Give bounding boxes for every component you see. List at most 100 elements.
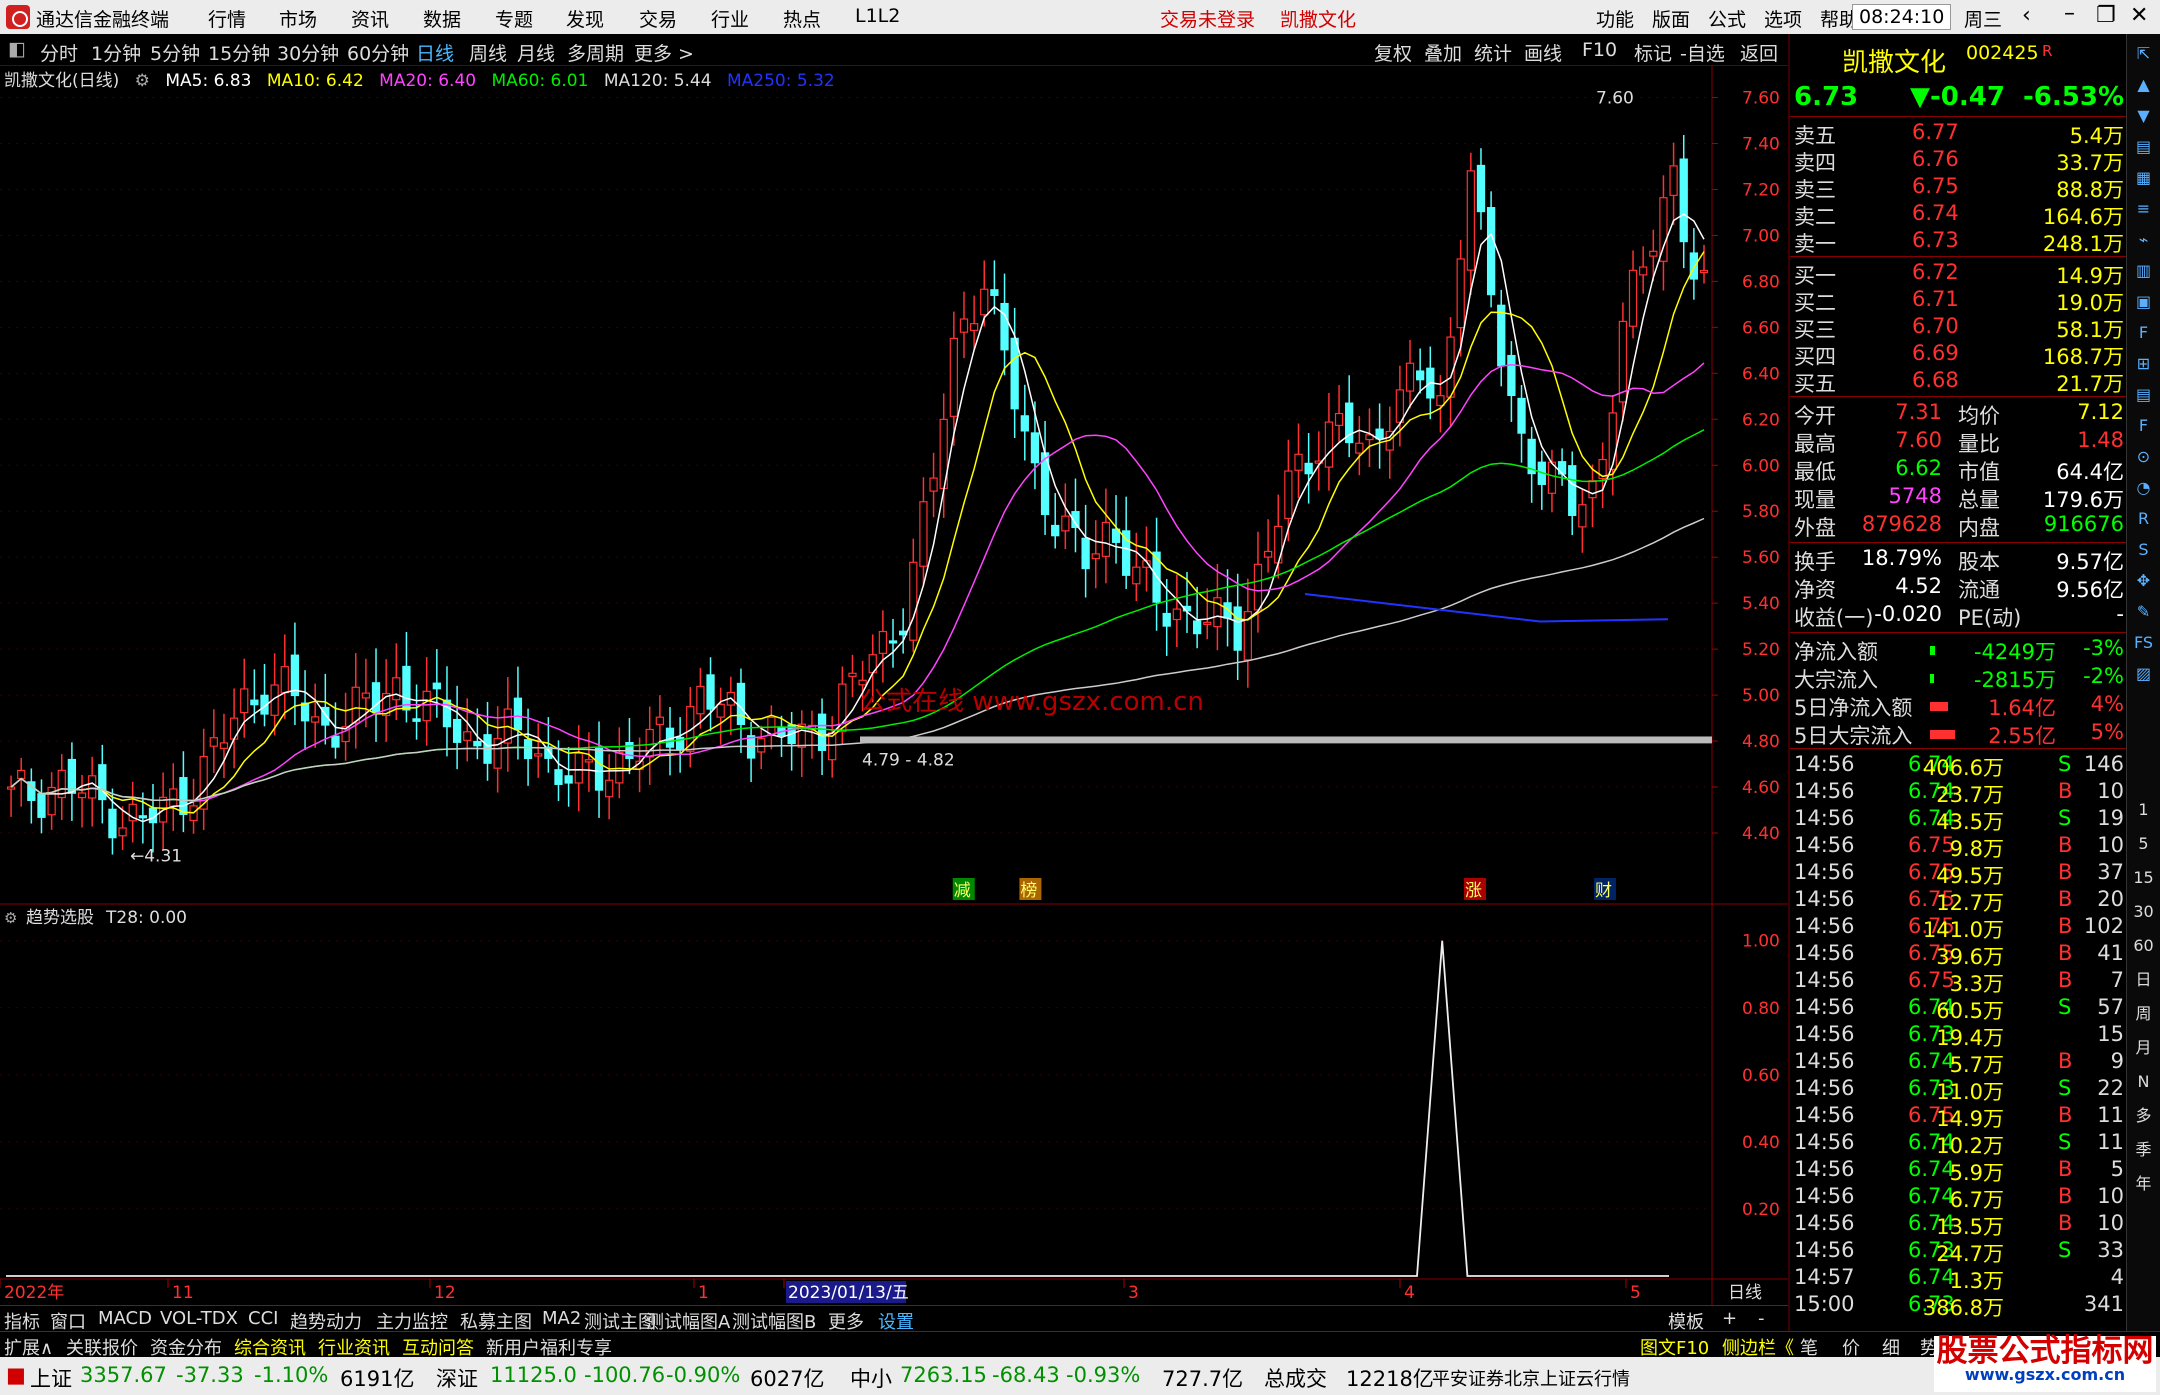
period-1min[interactable]: 1分钟 <box>91 39 141 66</box>
period-fenshi[interactable]: 分时 <box>40 39 78 66</box>
login-status[interactable]: 交易未登录 <box>1160 5 1255 32</box>
tool-tongji[interactable]: 统计 <box>1474 39 1512 66</box>
menu-zixun[interactable]: 资讯 <box>351 5 389 32</box>
menu-zhuanti[interactable]: 专题 <box>495 5 533 32</box>
tool-fuquan[interactable]: 复权 <box>1374 39 1412 66</box>
expand-icon[interactable]: ⇱ <box>2130 40 2157 67</box>
back-icon[interactable]: ‹ <box>2022 3 2031 28</box>
add-indicator-button[interactable]: + <box>1722 1308 1737 1329</box>
report-icon[interactable]: ▣ <box>2130 288 2157 315</box>
candle-icon[interactable]: ▥ <box>2130 257 2157 284</box>
tick-count: 5 <box>2110 1157 2124 1181</box>
tool-zixuan[interactable]: -自选 <box>1680 39 1725 66</box>
menu-redian[interactable]: 热点 <box>783 5 821 32</box>
ma120-label: MA120: 5.44 <box>603 71 712 91</box>
menu-jiaoyi[interactable]: 交易 <box>639 5 677 32</box>
period-60min[interactable]: 60分钟 <box>347 39 409 66</box>
menu-l1l2[interactable]: L1L2 <box>855 5 900 27</box>
sidebar-period-4[interactable]: 60 <box>2130 932 2157 959</box>
menu-banmian[interactable]: 版面 <box>1652 5 1690 32</box>
tool-huaxian[interactable]: 画线 <box>1524 39 1562 66</box>
period-monthly[interactable]: 月线 <box>517 39 555 66</box>
sidebar-period-5[interactable]: 日 <box>2130 966 2157 993</box>
settings-icon[interactable]: ⚙ <box>135 71 150 91</box>
period-weekly[interactable]: 周线 <box>469 39 507 66</box>
watermark-text: 公式在线 www.gszx.com.cn <box>860 687 1204 717</box>
menu-gongneng[interactable]: 功能 <box>1596 5 1634 32</box>
sidebar-toggle-icon[interactable]: ◧ <box>8 38 26 60</box>
candle-up <box>534 753 543 757</box>
menu-shuju[interactable]: 数据 <box>423 5 461 32</box>
close-icon[interactable]: ✕ <box>2130 3 2148 28</box>
indicator-tab-8[interactable]: MA2 <box>542 1308 581 1329</box>
sidebar-period-0[interactable]: 1 <box>2130 796 2157 823</box>
period-15min[interactable]: 15分钟 <box>208 39 270 66</box>
sub-tick-label: 1.00 <box>1742 932 1780 952</box>
tool-biaoji[interactable]: 标记 <box>1634 39 1672 66</box>
tool-f10[interactable]: F10 <box>1582 39 1617 61</box>
stat-value: 9.57亿 <box>2056 550 2124 574</box>
sidebar-period-10[interactable]: 季 <box>2130 1136 2157 1163</box>
rsi-icon[interactable]: R <box>2130 505 2157 532</box>
fs-icon[interactable]: FS <box>2130 629 2157 656</box>
sidebar-period-1[interactable]: 5 <box>2130 830 2157 857</box>
menu-hangqing[interactable]: 行情 <box>208 5 246 32</box>
news-icon[interactable]: ▤ <box>2130 133 2157 160</box>
kline-chart[interactable]: 7.60 7.40 7.20 7.00 6.80 6.60 6.40 6.20 6.00 5.80… <box>0 66 1788 1305</box>
zx-label[interactable]: 中小 <box>850 1363 892 1393</box>
menu-shichang[interactable]: 市场 <box>279 5 317 32</box>
grid-icon[interactable]: ⊞ <box>2130 350 2157 377</box>
sidebar-period-6[interactable]: 周 <box>2130 1000 2157 1027</box>
sidebar-period-7[interactable]: 月 <box>2130 1034 2157 1061</box>
tool-fanhui[interactable]: 返回 <box>1740 39 1778 66</box>
tool-diejia[interactable]: 叠加 <box>1424 39 1462 66</box>
indicator-tab-3[interactable]: VOL-TDX <box>160 1308 238 1329</box>
pen-icon[interactable]: ✎ <box>2130 598 2157 625</box>
candle-down <box>37 793 46 818</box>
chart2-icon[interactable]: ▨ <box>2130 660 2157 687</box>
menu-gongshi[interactable]: 公式 <box>1708 5 1746 32</box>
indicator-tab-2[interactable]: MACD <box>98 1308 152 1329</box>
period-5min[interactable]: 5分钟 <box>150 39 200 66</box>
candle-down <box>1081 537 1090 570</box>
sidebar-period-9[interactable]: 多 <box>2130 1102 2157 1129</box>
s-icon[interactable]: S <box>2130 536 2157 563</box>
minimize-icon[interactable]: – <box>2064 1 2075 26</box>
candle-down <box>1192 620 1202 635</box>
stat-value: 1.48 <box>2077 428 2124 452</box>
period-more[interactable]: 更多 > <box>634 39 694 66</box>
sz-value: 11125.0 <box>490 1363 577 1387</box>
sidebar-period-8[interactable]: N <box>2130 1068 2157 1095</box>
list-icon[interactable]: ≡ <box>2130 195 2157 222</box>
line-chart-icon[interactable]: ⌁ <box>2130 226 2157 253</box>
sidebar-period-11[interactable]: 年 <box>2130 1170 2157 1197</box>
tick-volume: 24.7万 <box>1936 1242 2004 1266</box>
x-axis-label: 12 <box>434 1283 456 1303</box>
sidebar-period-3[interactable]: 30 <box>2130 898 2157 925</box>
menu-faxian[interactable]: 发现 <box>566 5 604 32</box>
candle-up <box>1284 470 1293 519</box>
price-tick-label: 5.40 <box>1742 594 1780 614</box>
indicator-tab-4[interactable]: CCI <box>248 1308 278 1329</box>
f10-icon[interactable]: F <box>2130 319 2157 346</box>
candle-up <box>1091 553 1100 560</box>
settings-icon[interactable]: ⊙ <box>2130 443 2157 470</box>
doc-icon[interactable]: ▤ <box>2130 381 2157 408</box>
move-icon[interactable]: ✥ <box>2130 567 2157 594</box>
down-arrow-icon[interactable]: ▼ <box>2130 102 2157 129</box>
f-icon[interactable]: F <box>2130 412 2157 439</box>
sz-label[interactable]: 深证 <box>436 1363 478 1393</box>
remove-indicator-button[interactable]: - <box>1758 1308 1765 1329</box>
menu-xuanxiang[interactable]: 选项 <box>1764 5 1802 32</box>
restore-icon[interactable]: ❐ <box>2096 3 2116 28</box>
period-daily[interactable]: 日线 <box>416 39 454 66</box>
menu-hangye[interactable]: 行业 <box>711 5 749 32</box>
sidebar-period-2[interactable]: 15 <box>2130 864 2157 891</box>
period-multi[interactable]: 多周期 <box>567 39 624 66</box>
pie-icon[interactable]: ◔ <box>2130 474 2157 501</box>
bid-label: 买一 <box>1794 264 1836 288</box>
up-arrow-icon[interactable]: ▲ <box>2130 71 2157 98</box>
sh-label[interactable]: 上证 <box>30 1363 72 1393</box>
period-30min[interactable]: 30分钟 <box>277 39 339 66</box>
chart-icon[interactable]: ▦ <box>2130 164 2157 191</box>
